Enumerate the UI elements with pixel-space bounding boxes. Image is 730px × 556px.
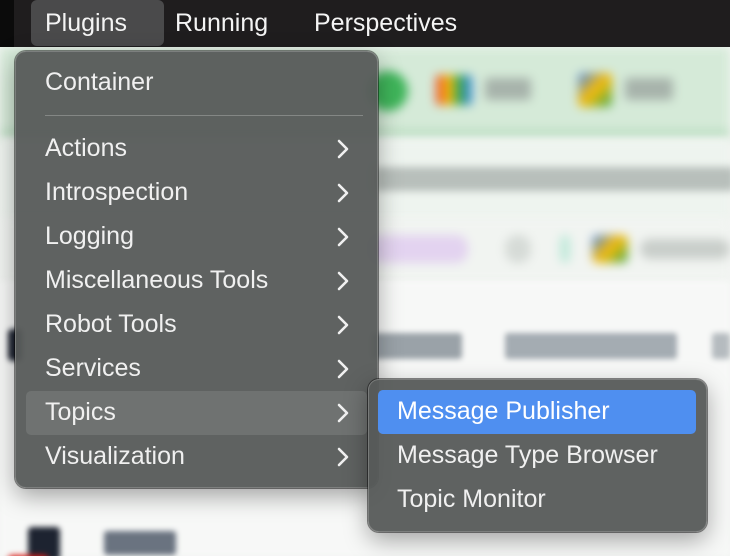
background-tab-label <box>485 78 531 100</box>
menu-bar-edge <box>0 0 14 47</box>
menu-bar: Plugins Running Perspectives <box>0 0 730 47</box>
chevron-right-icon <box>337 403 349 423</box>
menubar-item-perspectives[interactable]: Perspectives <box>300 0 471 47</box>
menu-item-services[interactable]: Services <box>26 347 367 391</box>
menu-item-container[interactable]: Container <box>26 61 367 105</box>
chevron-right-icon <box>337 227 349 247</box>
menu-item-visualization[interactable]: Visualization <box>26 435 367 479</box>
menu-item-logging[interactable]: Logging <box>26 215 367 259</box>
menubar-item-plugins[interactable]: Plugins <box>31 0 164 46</box>
chevron-right-icon <box>337 271 349 291</box>
background-bookmark <box>640 239 730 259</box>
menu-item-introspection[interactable]: Introspection <box>26 171 367 215</box>
background-bookmark <box>560 235 570 263</box>
menu-item-label: Services <box>45 354 141 382</box>
chevron-right-icon <box>337 359 349 379</box>
plugins-menu: Container Actions Introspection Logging … <box>15 51 378 488</box>
background-tab-label <box>625 78 673 100</box>
menu-item-label: Logging <box>45 222 134 250</box>
menu-item-topics[interactable]: Topics <box>26 391 367 435</box>
menu-item-actions[interactable]: Actions <box>26 127 367 171</box>
menu-item-label: Visualization <box>45 442 185 470</box>
background-bookmark <box>370 235 468 263</box>
menu-item-miscellaneous-tools[interactable]: Miscellaneous Tools <box>26 259 367 303</box>
background-bookmark <box>505 235 531 263</box>
chevron-right-icon <box>337 139 349 159</box>
background-tab-icon <box>578 73 612 107</box>
background-bookmark <box>592 235 628 263</box>
topics-submenu: Message Publisher Message Type Browser T… <box>368 379 707 532</box>
menu-item-topic-monitor[interactable]: Topic Monitor <box>378 478 696 522</box>
menubar-item-running[interactable]: Running <box>161 0 282 47</box>
background-nav-text <box>505 333 677 359</box>
background-nav-text <box>372 333 462 359</box>
menu-item-label: Robot Tools <box>45 310 177 338</box>
chevron-right-icon <box>337 315 349 335</box>
background-nav-text <box>104 531 176 555</box>
menu-item-message-type-browser[interactable]: Message Type Browser <box>378 434 696 478</box>
menu-item-robot-tools[interactable]: Robot Tools <box>26 303 367 347</box>
background-icon <box>28 527 60 556</box>
menu-item-label: Miscellaneous Tools <box>45 266 269 294</box>
menu-separator <box>45 115 363 116</box>
background-nav-text <box>712 333 730 359</box>
menu-item-message-publisher[interactable]: Message Publisher <box>378 390 696 434</box>
menu-item-label: Introspection <box>45 178 189 206</box>
chevron-right-icon <box>337 447 349 467</box>
background-tab-icon <box>436 75 472 105</box>
menu-item-label: Topics <box>45 398 116 426</box>
background-url-text <box>375 167 730 191</box>
chevron-right-icon <box>337 183 349 203</box>
menu-item-label: Actions <box>45 134 127 162</box>
